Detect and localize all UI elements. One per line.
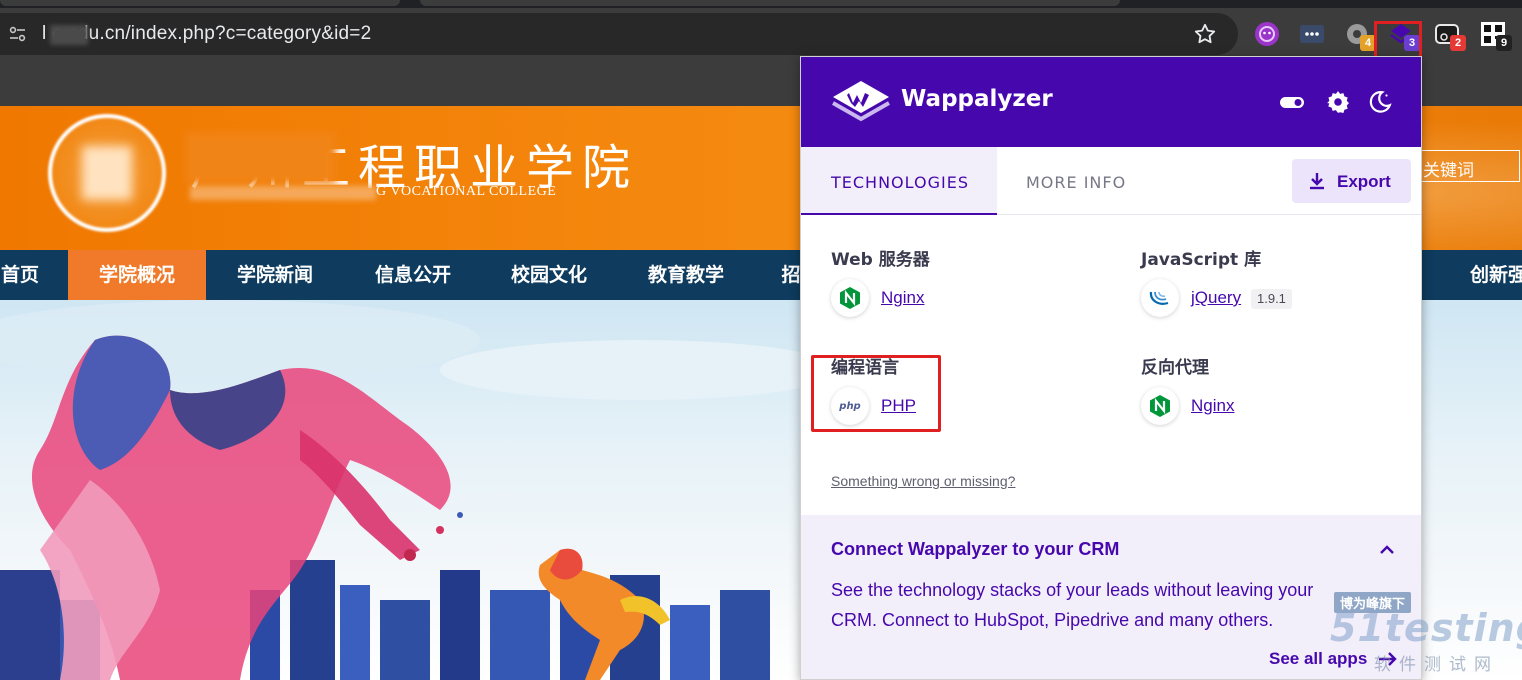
browser-tab[interactable] — [0, 0, 400, 6]
camera-extension-icon[interactable]: 2 — [1430, 17, 1466, 51]
browser-toolbar: l c.edu.cn/index.php?c=category&id=2 4 3… — [0, 8, 1522, 73]
college-logo[interactable] — [48, 114, 166, 232]
site-info-icon[interactable] — [6, 22, 30, 46]
qr-extension-icon[interactable]: 9 — [1476, 17, 1512, 51]
site-search-input[interactable]: 关键词 — [1410, 150, 1520, 182]
crm-section: Connect Wappalyzer to your CRM See the t… — [801, 515, 1421, 679]
browser-tab[interactable] — [420, 0, 1120, 6]
tab-technologies-label: TECHNOLOGIES — [831, 173, 969, 192]
wappalyzer-popup: Wappalyzer TECHNOLOGIES MORE INFO Export… — [800, 56, 1422, 680]
avatar-extension-icon[interactable] — [1250, 17, 1284, 51]
jquery-icon — [1141, 279, 1179, 317]
dark-mode-moon-icon[interactable] — [1367, 89, 1393, 115]
category-title-web-server: Web 服务器 — [831, 250, 930, 270]
url-redaction — [50, 25, 88, 45]
crm-title[interactable]: Connect Wappalyzer to your CRM — [831, 539, 1119, 560]
name-redaction — [186, 132, 336, 184]
toggle-icon[interactable] — [1279, 89, 1305, 115]
export-button[interactable]: Export — [1292, 159, 1411, 203]
nav-item-news[interactable]: 学院新闻 — [206, 250, 344, 300]
college-english-name: G VOCATIONAL COLLEGE — [376, 184, 557, 199]
address-bar[interactable]: l c.edu.cn/index.php?c=category&id=2 — [0, 13, 1238, 55]
version-badge: 1.9.1 — [1251, 289, 1292, 309]
nginx-icon — [1141, 387, 1179, 425]
category-title-js-library: JavaScript 库 — [1141, 250, 1262, 270]
tab-technologies[interactable]: TECHNOLOGIES — [801, 147, 997, 215]
extension-badge: 2 — [1450, 35, 1466, 51]
export-label: Export — [1337, 172, 1391, 191]
wappalyzer-logo-icon — [831, 77, 891, 129]
popup-tabs: TECHNOLOGIES MORE INFO Export — [801, 147, 1421, 215]
nav-item-culture[interactable]: 校园文化 — [482, 250, 616, 300]
nginx-icon — [831, 279, 869, 317]
watermark-brand: 51testing — [1330, 606, 1522, 650]
settings-gear-icon[interactable] — [1325, 89, 1351, 115]
tech-link-nginx-proxy[interactable]: Nginx — [1191, 396, 1234, 416]
search-placeholder: 关键词 — [1423, 161, 1474, 181]
gray-extension-icon[interactable]: 4 — [1340, 17, 1376, 51]
tech-link-nginx[interactable]: Nginx — [881, 288, 924, 308]
tab-more-info[interactable]: MORE INFO — [997, 147, 1157, 215]
tab-strip — [0, 0, 1522, 8]
english-name-redaction — [190, 186, 376, 200]
chevron-up-icon[interactable] — [1377, 541, 1397, 559]
category-title-reverse-proxy: 反向代理 — [1141, 358, 1209, 378]
php-highlight-box — [811, 355, 941, 432]
watermark: 博为峰旗下 51testing 软件测试网 — [1330, 588, 1522, 680]
nav-item-home[interactable]: 首页 — [0, 250, 40, 300]
nav-item-education[interactable]: 教育教学 — [616, 250, 756, 300]
watermark-subtitle: 软件测试网 — [1374, 655, 1499, 675]
url-text[interactable]: l c.edu.cn/index.php?c=category&id=2 — [42, 23, 371, 45]
popup-header: Wappalyzer — [801, 57, 1421, 147]
nav-item-info[interactable]: 信息公开 — [344, 250, 482, 300]
more-extension-icon[interactable] — [1295, 17, 1329, 51]
tab-more-info-label: MORE INFO — [1026, 173, 1127, 192]
extension-badge: 9 — [1496, 35, 1512, 51]
bookmark-star-icon[interactable] — [1192, 21, 1218, 47]
nav-item-about[interactable]: 学院概况 — [68, 250, 206, 300]
download-icon — [1310, 173, 1324, 190]
nav-item-innovation[interactable]: 创新强 — [1470, 250, 1522, 300]
feedback-link[interactable]: Something wrong or missing? — [831, 473, 1015, 489]
tech-link-jquery[interactable]: jQuery — [1191, 288, 1241, 308]
popup-title: Wappalyzer — [901, 86, 1053, 112]
crm-description: See the technology stacks of your leads … — [831, 580, 1314, 630]
